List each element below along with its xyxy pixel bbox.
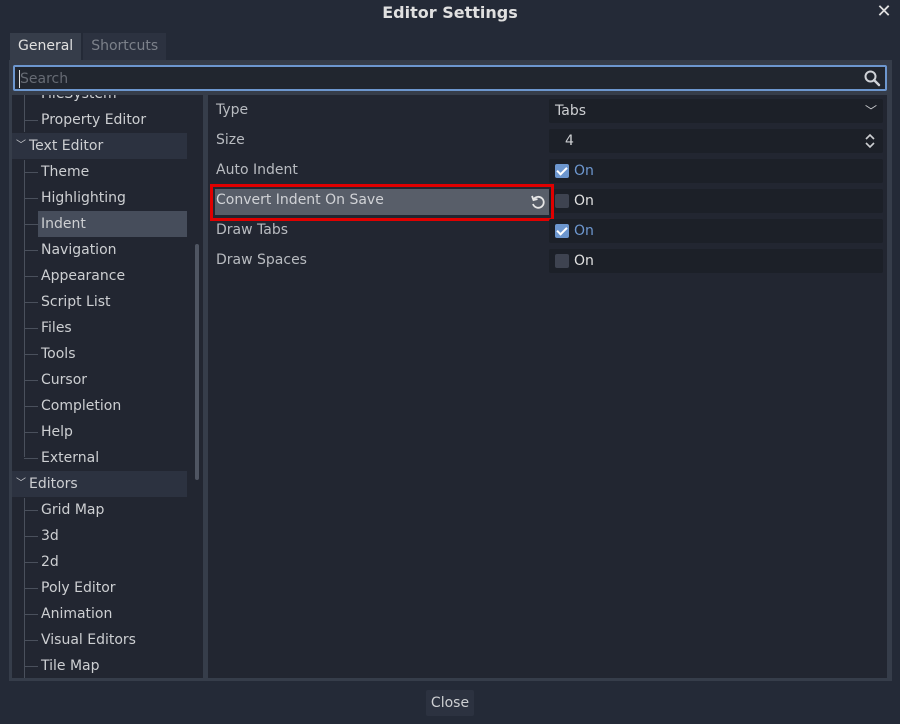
tree-item-label: Poly Editor <box>41 580 116 596</box>
tree-item-navigation[interactable]: Navigation <box>12 237 187 263</box>
tree-item-grid-map[interactable]: Grid Map <box>12 497 187 523</box>
property-label: Auto Indent <box>216 162 298 178</box>
tree-item-poly-editor[interactable]: Poly Editor <box>12 575 187 601</box>
tree-category-editors[interactable]: ﹀ Editors <box>12 471 187 497</box>
tree-item-label: 3d <box>41 528 59 544</box>
checkbox-unchecked-icon[interactable] <box>555 194 569 208</box>
tree-scrollbar-thumb[interactable] <box>195 244 199 480</box>
tree-item-animation[interactable]: Animation <box>12 601 187 627</box>
checkbox-unchecked-icon[interactable] <box>555 254 569 268</box>
draw-tabs-checkbox[interactable]: On <box>549 219 883 243</box>
draw-spaces-checkbox[interactable]: On <box>549 249 883 273</box>
tree-item-label: Text Editor <box>29 138 104 154</box>
search-input[interactable]: Search <box>13 65 887 91</box>
property-row-draw-spaces: Draw Spaces On <box>208 247 884 273</box>
chevron-down-icon: ﹀ <box>864 104 877 118</box>
chevron-down-icon[interactable]: ﹀ <box>16 133 26 159</box>
tree-item-label: External <box>41 450 100 466</box>
property-row-type: Type Tabs ﹀ <box>208 97 884 123</box>
tree-category-text-editor[interactable]: ﹀ Text Editor <box>12 133 187 159</box>
tree-item-help[interactable]: Help <box>12 419 187 445</box>
tree-item-visual-editors[interactable]: Visual Editors <box>12 627 187 653</box>
checkbox-checked-icon[interactable] <box>555 164 569 178</box>
tree-item-label: Visual Editors <box>41 632 136 648</box>
tree-item-label: Highlighting <box>41 190 126 206</box>
spin-arrows-icon[interactable] <box>864 133 876 149</box>
tree-item-label: Animation <box>41 606 113 622</box>
tree-item-tools[interactable]: Tools <box>12 341 187 367</box>
tree-item-label: Completion <box>41 398 122 414</box>
tree-item-label: Script List <box>41 294 111 310</box>
tree-item-filesystem[interactable]: FileSystem <box>12 95 187 107</box>
search-icon <box>864 70 881 87</box>
property-label: Draw Tabs <box>216 222 289 238</box>
tab-general[interactable]: General <box>10 33 82 60</box>
tree-item-label: FileSystem <box>38 95 187 107</box>
tree-item-script-list[interactable]: Script List <box>12 289 187 315</box>
property-label: Type <box>216 102 249 118</box>
section-tree: FileSystem Property Editor ﹀ Text Editor… <box>12 95 203 678</box>
convert-indent-checkbox[interactable]: On <box>549 189 883 213</box>
size-spinbox[interactable]: 4 <box>549 129 883 153</box>
tree-item-label: Appearance <box>41 268 126 284</box>
tree-item-highlighting[interactable]: Highlighting <box>12 185 187 211</box>
tree-item-appearance[interactable]: Appearance <box>12 263 187 289</box>
checkbox-checked-icon[interactable] <box>555 224 569 238</box>
tree-item-label: Tools <box>41 346 76 362</box>
auto-indent-checkbox[interactable]: On <box>549 159 883 183</box>
tree-item-files[interactable]: Files <box>12 315 187 341</box>
close-button[interactable]: Close <box>426 690 474 716</box>
tree-item-label: Navigation <box>41 242 117 258</box>
search-placeholder: Search <box>20 71 69 87</box>
checkbox-label: On <box>574 253 594 269</box>
type-dropdown[interactable]: Tabs ﹀ <box>549 99 883 123</box>
property-row-draw-tabs: Draw Tabs On <box>208 217 884 243</box>
highlight-annotation-box <box>210 184 554 221</box>
property-label: Size <box>216 132 245 148</box>
tree-item-cursor[interactable]: Cursor <box>12 367 187 393</box>
tree-item-2d[interactable]: 2d <box>12 549 187 575</box>
property-row-size: Size 4 <box>208 127 884 153</box>
chevron-down-icon[interactable]: ﹀ <box>16 471 26 497</box>
text-caret <box>19 70 20 88</box>
tree-item-indent[interactable]: Indent <box>12 211 187 237</box>
property-label: Draw Spaces <box>216 252 307 268</box>
tree-item-3d[interactable]: 3d <box>12 523 187 549</box>
tree-item-label: Theme <box>41 164 90 180</box>
tree-item-label: Tile Map <box>41 658 100 674</box>
tree-item-theme[interactable]: Theme <box>12 159 187 185</box>
tree-item-label: Grid Map <box>41 502 105 518</box>
tree-item-label: Property Editor <box>41 112 147 128</box>
tab-shortcuts[interactable]: Shortcuts <box>83 33 167 60</box>
checkbox-label: On <box>574 163 594 179</box>
tree-item-completion[interactable]: Completion <box>12 393 187 419</box>
dropdown-value: Tabs <box>555 103 586 119</box>
property-row-auto-indent: Auto Indent On <box>208 157 884 183</box>
window-title: Editor Settings <box>382 3 518 22</box>
tree-item-label: Cursor <box>41 372 88 388</box>
tree-item-external[interactable]: External <box>12 445 187 471</box>
close-icon[interactable]: ✕ <box>874 2 894 22</box>
tree-item-label: Indent <box>38 211 187 237</box>
tree-item-label: Editors <box>29 476 78 492</box>
checkbox-label: On <box>574 223 594 239</box>
checkbox-label: On <box>574 193 594 209</box>
tree-item-property-editor[interactable]: Property Editor <box>12 107 187 133</box>
tree-item-label: 2d <box>41 554 59 570</box>
tab-bar: General Shortcuts <box>10 33 168 60</box>
tree-item-label: Files <box>41 320 72 336</box>
tree-item-label: Help <box>41 424 73 440</box>
spinbox-value: 4 <box>565 133 574 149</box>
tree-item-tile-map[interactable]: Tile Map <box>12 653 187 678</box>
